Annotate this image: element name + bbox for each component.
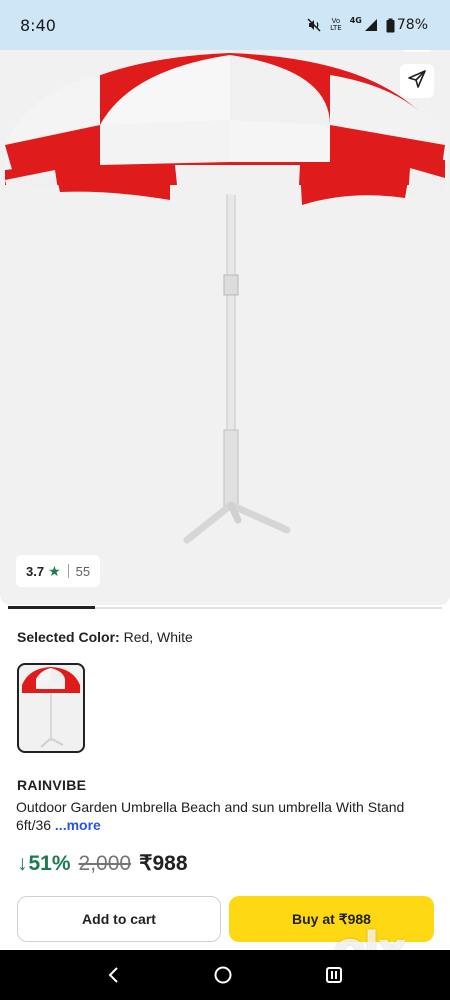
- navigation-bar: [0, 950, 450, 1000]
- current-price: ₹988: [139, 852, 188, 875]
- product-title: Outdoor Garden Umbrella Beach and sun um…: [16, 798, 416, 834]
- more-link[interactable]: ...more: [55, 817, 101, 833]
- original-price: 2,000: [78, 852, 132, 875]
- recents-nav-icon[interactable]: [324, 966, 344, 984]
- status-icons: Vo LTE 4G 78%: [306, 15, 428, 33]
- signal-icon: [364, 18, 378, 32]
- status-time: 8:40: [20, 15, 56, 35]
- brand-name[interactable]: RAINVIBE: [17, 777, 86, 793]
- discount-value: 51%: [28, 852, 71, 875]
- home-nav-icon[interactable]: [213, 965, 233, 985]
- mute-icon: [306, 17, 322, 33]
- network-type: 4G: [349, 15, 362, 25]
- selected-color-label: Selected Color:: [17, 629, 120, 645]
- share-button[interactable]: [400, 64, 434, 98]
- selected-color: Selected Color: Red, White: [17, 629, 193, 645]
- selected-color-value: Red, White: [123, 629, 193, 645]
- rating-value: 3.7: [26, 563, 45, 579]
- back-nav-icon[interactable]: [106, 966, 122, 984]
- star-icon: ★: [48, 562, 61, 579]
- status-bar: 8:40 Vo LTE 4G 78%: [0, 0, 450, 50]
- price-row: ↓ 51% 2,000 ₹988: [17, 851, 188, 876]
- down-arrow-icon: ↓: [17, 852, 28, 875]
- discount-badge: ↓ 51%: [17, 852, 71, 876]
- rating-badge[interactable]: 3.7 ★ 55: [16, 555, 101, 587]
- battery-percent: 78%: [396, 17, 428, 33]
- volte-line2: LTE: [330, 24, 342, 32]
- product-image: [5, 53, 445, 544]
- volte-indicator: Vo LTE: [330, 18, 342, 32]
- color-swatch-red-white[interactable]: [17, 663, 85, 753]
- rating-divider: [67, 564, 69, 578]
- share-icon: [406, 68, 428, 95]
- carousel-indicator: [8, 606, 95, 609]
- rating-count: 55: [75, 563, 91, 579]
- product-image-gallery[interactable]: 3.7 ★ 55: [0, 50, 450, 605]
- color-swatch-image: [22, 667, 80, 748]
- add-to-cart-button[interactable]: Add to cart: [17, 896, 221, 942]
- battery-icon: [386, 18, 395, 33]
